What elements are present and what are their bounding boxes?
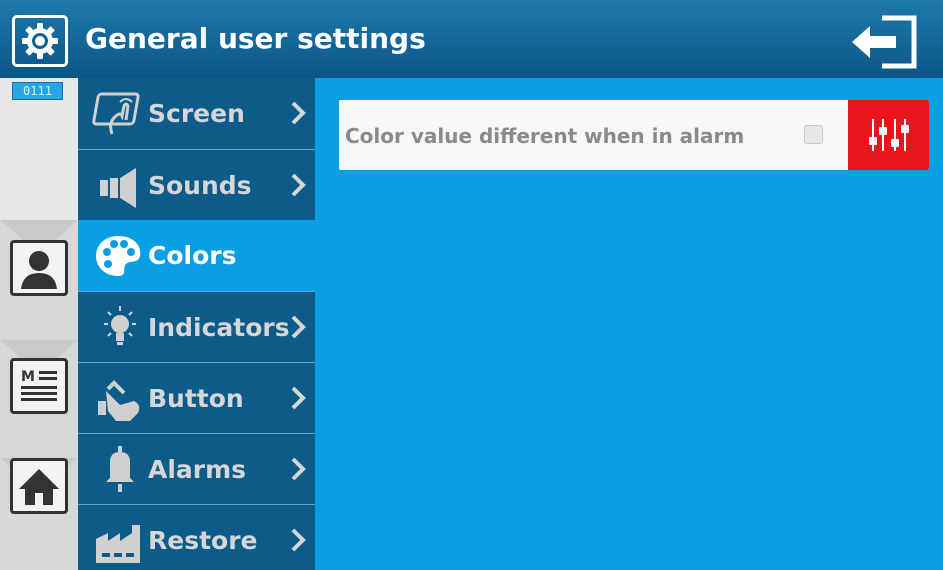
menu-item-screen[interactable]: Screen (78, 78, 315, 149)
menu-item-label: Screen (148, 99, 245, 128)
gear-icon[interactable] (12, 15, 68, 67)
menu-item-button[interactable]: Button (78, 362, 315, 433)
lightbulb-icon (90, 300, 146, 354)
code-badge: 0111 (12, 82, 63, 100)
sliders-icon (868, 119, 909, 151)
document-menu-icon: M (10, 358, 68, 414)
menu-item-label: Alarms (148, 455, 247, 484)
menu-item-label: Restore (148, 526, 258, 555)
chevron-right-icon (291, 386, 306, 410)
home-icon (10, 458, 68, 514)
exit-icon[interactable] (848, 14, 920, 70)
chevron-right-icon (291, 173, 306, 197)
setting-label: Color value different when in alarm (345, 124, 745, 148)
palette-icon (90, 228, 146, 282)
chevron-right-icon (291, 528, 306, 552)
user-profile-button[interactable] (0, 220, 78, 340)
menu-item-label: Colors (148, 241, 237, 270)
user-profile-icon (10, 240, 68, 296)
color-alarm-checkbox[interactable] (804, 125, 823, 144)
content-panel: Color value different when in alarm (315, 78, 943, 570)
home-button[interactable] (0, 458, 78, 570)
menu-item-sounds[interactable]: Sounds (78, 149, 315, 220)
factory-icon (90, 513, 146, 567)
document-menu-button[interactable]: M (0, 340, 78, 460)
chevron-right-icon (291, 101, 306, 125)
menu-item-indicators[interactable]: Indicators (78, 291, 315, 362)
chevron-right-icon (291, 457, 306, 481)
menu-item-alarms[interactable]: Alarms (78, 433, 315, 504)
menu-item-restore[interactable]: Restore (78, 504, 315, 570)
adjust-button[interactable] (848, 100, 929, 170)
bell-icon (90, 442, 146, 496)
menu-item-colors[interactable]: Colors (78, 220, 315, 291)
settings-menu: Screen Sounds Colors Indicators Button A… (78, 78, 315, 570)
page-title: General user settings (85, 22, 426, 55)
menu-item-label: Sounds (148, 171, 252, 200)
menu-item-label: Button (148, 384, 244, 413)
chevron-right-icon (291, 315, 306, 339)
color-alarm-setting-row: Color value different when in alarm (339, 100, 929, 170)
hand-press-icon (90, 371, 146, 425)
touch-screen-icon (90, 86, 146, 140)
speaker-icon (90, 158, 146, 212)
left-toolbar: 0111 M (0, 78, 78, 570)
svg-text:M: M (21, 369, 35, 385)
header-bar: General user settings (0, 0, 943, 78)
menu-item-label: Indicators (148, 313, 290, 342)
